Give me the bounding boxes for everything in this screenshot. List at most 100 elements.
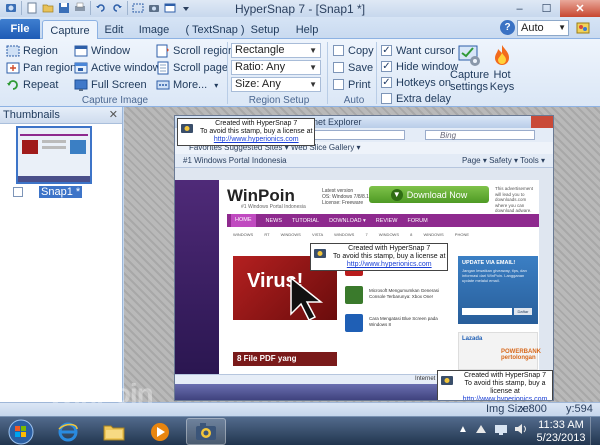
tab-capture[interactable]: Capture [42, 20, 98, 40]
image-canvas[interactable]: Internet Explorer Bing Favorites Suggest… [124, 107, 600, 402]
nav-forum: FORUM [407, 217, 428, 224]
thumbnail-label[interactable]: Snap1 * [39, 186, 83, 198]
taskbar-explorer[interactable] [94, 418, 134, 445]
clock[interactable]: 11:33 AM 5/23/2013 [536, 419, 586, 445]
nav-home: HOME [231, 214, 256, 227]
ratio-select-value: Ratio: Any [235, 61, 286, 73]
checkbox-box [333, 79, 344, 90]
extra-delay-checkbox[interactable]: Extra delay [381, 91, 451, 106]
hypersnap-stamp: Created with HyperSnap 7 To avoid this s… [310, 243, 449, 271]
repeat-button[interactable]: Repeat [6, 77, 58, 93]
capture-settings-button[interactable]: Capture settings [450, 43, 489, 93]
lazada-logo: Lazada [462, 336, 483, 342]
window-button[interactable]: Window [74, 43, 130, 59]
close-pane-icon[interactable]: ✕ [109, 108, 118, 121]
auto-print-checkbox[interactable]: Print [333, 77, 371, 92]
paint-tools-icon[interactable] [573, 19, 593, 37]
scroll-page-button[interactable]: Scroll page [156, 60, 228, 76]
hotkeys-on-checkbox[interactable]: ✓ Hotkeys on [381, 75, 451, 90]
active-window-button[interactable]: Active window [74, 60, 161, 76]
stamp-line-1: Created with HyperSnap 7 [348, 245, 431, 252]
thumbnail-checkbox[interactable] [13, 187, 23, 200]
zoom-select[interactable]: Auto ▼ [517, 20, 569, 36]
taskbar-ie[interactable] [48, 418, 88, 445]
stamp-link: http://www.hyperionics.com [462, 396, 548, 401]
winpoin-subnav: WINDOWS RT WINDOWS VISTA WINDOWS 7 WINDO… [233, 232, 469, 237]
group-label-region-setup: Region Setup [248, 95, 310, 106]
full-screen-button[interactable]: Full Screen [74, 77, 147, 93]
pan-region-button[interactable]: Pan region [6, 60, 76, 76]
stamp-link: http://www.hyperionics.com [213, 136, 299, 143]
taskbar-media-player[interactable] [140, 418, 180, 445]
ie-tab: #1 Windows Portal Indonesia Page ▾ Safet… [175, 154, 553, 168]
email-update-box: UPDATE VIA EMAIL! Jangan lewatkan giveaw… [458, 256, 538, 324]
tab-textsnap[interactable]: ( TextSnap ) [180, 20, 250, 39]
stamp-line-1: Created with HyperSnap 7 [215, 120, 298, 127]
hypersnap-stamp: Created with HyperSnap 7 To avoid this s… [177, 118, 316, 146]
tab-image[interactable]: Image [134, 20, 174, 39]
powerbank-text: POWERBANK pertolongan [501, 349, 541, 361]
active-window-icon [74, 61, 88, 75]
scroll-region-button[interactable]: Scroll region [156, 43, 234, 59]
daftar-button: Daftar [514, 308, 532, 315]
size-select[interactable]: Size: Any ▼ [231, 77, 321, 92]
download-now-banner: ▼ Download Now [369, 186, 489, 203]
pan-region-label: Pan region [23, 62, 77, 74]
desktop-backdrop [175, 180, 219, 376]
size-select-value: Size: Any [235, 78, 281, 90]
chevron-down-icon: ▼ [309, 63, 317, 72]
more-button[interactable]: More... ▾ [156, 77, 218, 93]
hot-keys-label-1: Hot [493, 69, 511, 81]
thumbnail-snap1[interactable] [16, 126, 92, 184]
zoom-select-value: Auto [521, 22, 544, 34]
network-icon[interactable] [494, 423, 508, 435]
nav-review: REVIEW [375, 217, 398, 224]
download-now-label: Download Now [406, 189, 468, 200]
minimize-button[interactable]: – [506, 0, 533, 17]
captured-screenshot: Internet Explorer Bing Favorites Suggest… [174, 115, 554, 401]
download-arrow-icon: ▼ [390, 188, 403, 201]
ribbon-capture: Region Pan region Repeat Window Active w… [0, 39, 600, 107]
auto-save-label: Save [348, 61, 374, 74]
auto-copy-checkbox[interactable]: Copy [333, 43, 374, 58]
want-cursor-checkbox[interactable]: ✓ Want cursor [381, 43, 455, 58]
capture-settings-icon [450, 43, 488, 69]
hot-keys-icon [489, 43, 515, 69]
clock-time: 11:33 AM [538, 419, 584, 431]
region-button[interactable]: Region [6, 43, 58, 59]
checkbox-box [333, 45, 344, 56]
windows-taskbar: ▲ 11:33 AM 5/23/2013 [0, 416, 600, 445]
shape-select[interactable]: Rectangle ▼ [231, 43, 321, 58]
action-center-icon[interactable] [474, 423, 488, 435]
hypersnap-icon [196, 422, 216, 440]
email-update-desc: Jangan lewatkan giveaway, tips, dan info… [462, 268, 527, 283]
winpoin-page: WinPoin #1 Windows Portal Indonesia Late… [219, 180, 541, 374]
hide-window-checkbox[interactable]: ✓ Hide window [381, 59, 458, 74]
close-button[interactable]: ✕ [560, 0, 600, 17]
chevron-down-icon: ▾ [214, 80, 219, 90]
hotkeys-on-label: Hotkeys on [396, 76, 452, 89]
hot-keys-button[interactable]: Hot Keys [489, 43, 515, 93]
show-hidden-icons-icon[interactable]: ▲ [458, 424, 468, 435]
tab-file[interactable]: File [0, 19, 40, 39]
divider [376, 42, 377, 104]
show-desktop-button[interactable] [590, 417, 600, 445]
maximize-button[interactable]: ☐ [533, 0, 560, 17]
group-label-auto: Auto [343, 95, 365, 106]
help-icon[interactable]: ? [500, 20, 515, 35]
auto-save-checkbox[interactable]: Save [333, 60, 373, 75]
ratio-select[interactable]: Ratio: Any ▼ [231, 60, 321, 75]
tab-setup[interactable]: Setup [248, 20, 282, 39]
lazada-ad: Lazada POWERBANK pertolongan [458, 332, 541, 370]
tab-edit[interactable]: Edit [100, 20, 128, 39]
volume-icon[interactable] [514, 423, 528, 435]
windows-start-icon [8, 419, 34, 444]
winpoin-logo: WinPoin [227, 186, 295, 205]
repeat-icon [6, 78, 20, 92]
tab-help[interactable]: Help [292, 20, 322, 39]
window-controls: – ☐ ✕ [506, 0, 600, 17]
winpoin-tagline: #1 Windows Portal Indonesia [241, 204, 306, 210]
divider [327, 42, 328, 104]
start-button[interactable] [3, 418, 39, 445]
taskbar-hypersnap[interactable] [186, 418, 226, 445]
